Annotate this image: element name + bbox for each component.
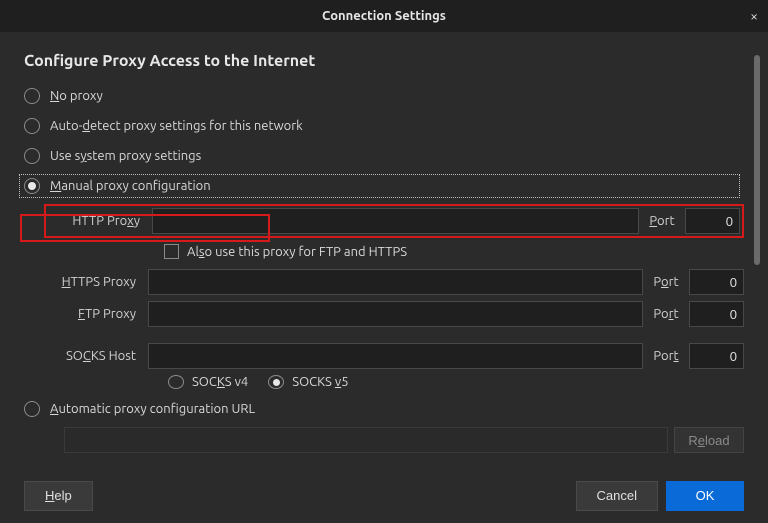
http-proxy-label: HTTP Proxy [48,214,148,228]
ftp-proxy-label: FTP Proxy [44,307,144,321]
pac-url-row: Reload [64,427,744,453]
socks-port-label: Port [647,349,685,363]
option-label: Automatic proxy configuration URL [50,402,255,416]
pac-url-input [64,427,668,453]
option-label: No proxy [50,89,103,103]
radio-icon [24,148,40,164]
option-automatic-pac[interactable]: Automatic proxy configuration URL [24,397,744,421]
ftp-port-label: Port [647,307,685,321]
https-proxy-input[interactable] [148,269,643,295]
option-auto-detect[interactable]: Auto-detect proxy settings for this netw… [24,114,744,138]
dialog-content: Configure Proxy Access to the Internet N… [0,32,768,468]
ftp-proxy-input[interactable] [148,301,643,327]
option-manual-proxy[interactable]: Manual proxy configuration [19,174,740,198]
window-title: Connection Settings [322,9,446,23]
checkbox-icon [164,244,179,259]
close-icon[interactable]: × [750,8,758,24]
socks-v5-label[interactable]: SOCKS v5 [292,375,348,389]
option-label: Use system proxy settings [50,149,201,163]
option-no-proxy[interactable]: No proxy [24,84,744,108]
socks-host-input[interactable] [148,343,643,369]
ftp-port-input[interactable] [689,301,744,327]
dialog-footer: Help Cancel OK [0,468,768,523]
reload-button: Reload [674,427,744,453]
socks-version-row: SOCKS v4 SOCKS v5 [168,375,744,389]
radio-icon[interactable] [168,375,184,389]
radio-icon [24,401,40,417]
also-use-proxy-row[interactable]: Also use this proxy for FTP and HTTPS [164,244,744,259]
scrollbar[interactable] [754,55,760,265]
radio-icon [24,118,40,134]
option-label: Auto-detect proxy settings for this netw… [50,119,303,133]
https-port-label: Port [647,275,685,289]
option-use-system[interactable]: Use system proxy settings [24,144,744,168]
socks-host-row: SOCKS Host Port [44,343,744,369]
radio-icon [24,178,40,194]
radio-icon [24,88,40,104]
ok-button[interactable]: OK [666,481,744,511]
https-proxy-row: HTTPS Proxy Port [44,269,744,295]
https-port-input[interactable] [689,269,744,295]
cancel-button[interactable]: Cancel [576,481,658,511]
radio-icon[interactable] [268,375,284,389]
checkbox-label: Also use this proxy for FTP and HTTPS [187,245,407,259]
http-proxy-input[interactable] [152,208,639,234]
titlebar: Connection Settings × [0,0,768,32]
help-button[interactable]: Help [24,481,93,511]
http-port-label: Port [643,214,681,228]
manual-proxy-section: HTTP Proxy Port Also use this proxy for … [44,204,744,389]
option-label: Manual proxy configuration [50,179,211,193]
http-proxy-row: HTTP Proxy Port [44,204,744,238]
socks-v4-label[interactable]: SOCKS v4 [192,375,248,389]
page-heading: Configure Proxy Access to the Internet [24,52,744,70]
socks-port-input[interactable] [689,343,744,369]
http-port-input[interactable] [685,208,740,234]
ftp-proxy-row: FTP Proxy Port [44,301,744,327]
socks-host-label: SOCKS Host [44,349,144,363]
https-proxy-label: HTTPS Proxy [44,275,144,289]
